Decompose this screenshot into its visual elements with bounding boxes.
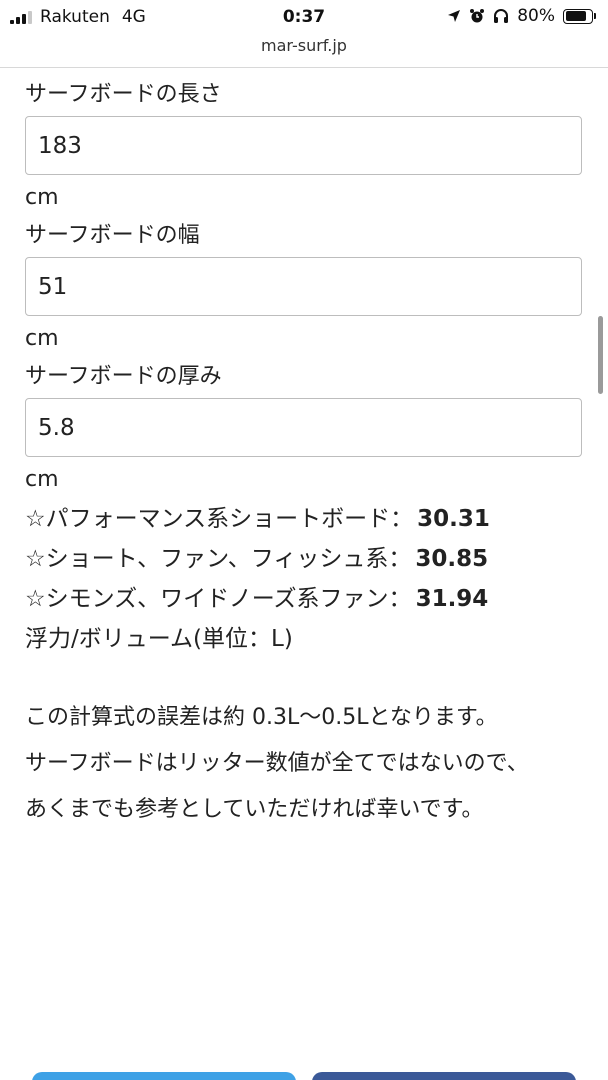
share-button-twitter[interactable] — [32, 1072, 296, 1080]
alarm-icon — [470, 9, 485, 23]
width-unit: cm — [25, 326, 59, 351]
length-input[interactable] — [25, 116, 582, 175]
width-label: サーフボードの幅 — [25, 223, 200, 248]
results: ☆パフォーマンス系ショートボード： 30.31 ☆ショート、ファン、フィッシュ系：… — [25, 499, 583, 659]
disclaimer-line: この計算式の誤差は約 0.3L〜0.5Lとなります。 — [25, 705, 498, 730]
result-label: ☆パフォーマンス系ショートボード： — [25, 506, 414, 532]
result-value: 30.31 — [417, 506, 490, 532]
result-value: 30.85 — [415, 546, 489, 572]
disclaimer-line: サーフボードはリッター数値が全てではないので、 — [25, 751, 529, 776]
volume-calculator: サーフボードの長さ cm サーフボードの幅 cm サーフボードの厚み cm ☆パ… — [25, 68, 583, 833]
status-right: 80% — [447, 6, 596, 26]
battery-percent: 80% — [517, 6, 555, 26]
volume-unit-note: 浮力/ボリューム(単位：L) — [25, 626, 293, 652]
status-left: Rakuten 4G — [10, 7, 146, 27]
result-simmons-widenose: ☆シモンズ、ワイドノーズ系ファン： 31.94 — [25, 579, 583, 619]
result-label: ☆シモンズ、ワイドノーズ系ファン： — [25, 586, 412, 612]
url-bar[interactable]: mar-surf.jp — [0, 36, 608, 68]
status-bar: Rakuten 4G 0:37 80% — [0, 0, 608, 36]
headphones-icon — [494, 9, 509, 23]
result-label: ☆ショート、ファン、フィッシュ系： — [25, 546, 412, 572]
length-unit: cm — [25, 185, 59, 210]
length-label: サーフボードの長さ — [25, 82, 222, 107]
signal-icon — [10, 10, 32, 24]
thickness-unit: cm — [25, 467, 59, 492]
disclaimer-line: あくまでも参考としていただければ幸いです。 — [25, 797, 484, 822]
location-arrow-icon — [448, 10, 461, 22]
width-input[interactable] — [25, 257, 582, 316]
scroll-indicator — [598, 316, 603, 394]
share-button-facebook[interactable] — [312, 1072, 576, 1080]
result-value: 31.94 — [415, 586, 489, 612]
disclaimer: この計算式の誤差は約 0.3L〜0.5Lとなります。 サーフボードはリッター数値… — [25, 695, 583, 833]
network-type: 4G — [121, 7, 146, 27]
result-performance-short: ☆パフォーマンス系ショートボード： 30.31 — [25, 499, 583, 539]
thickness-label: サーフボードの厚み — [25, 364, 222, 389]
result-short-fun-fish: ☆ショート、ファン、フィッシュ系： 30.85 — [25, 539, 583, 579]
thickness-input[interactable] — [25, 398, 582, 457]
carrier-name: Rakuten — [40, 7, 110, 27]
page: Rakuten 4G 0:37 80% mar-surf.jp サーフボードの長… — [0, 0, 608, 1080]
url-text: mar-surf.jp — [261, 36, 347, 55]
battery-icon — [563, 8, 596, 24]
